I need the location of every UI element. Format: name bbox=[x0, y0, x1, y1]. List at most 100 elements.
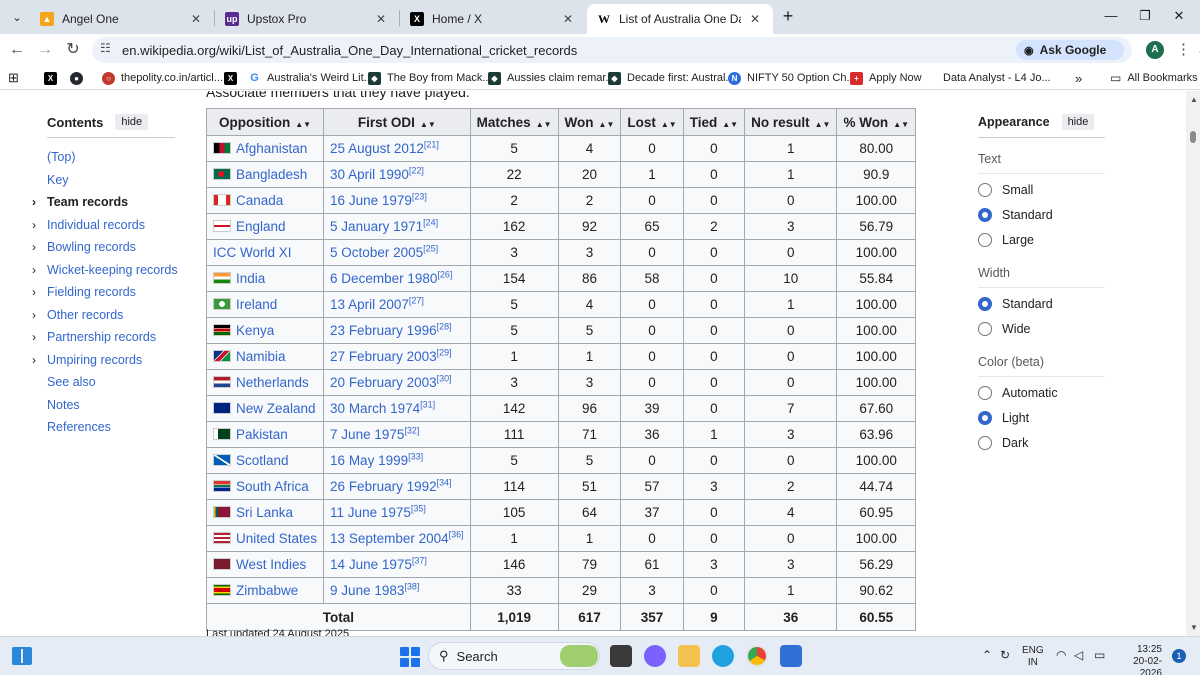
cell-opposition[interactable]: New Zealand bbox=[205, 395, 325, 422]
cell-first-odi[interactable]: 30 March 1974[31] bbox=[323, 395, 471, 422]
radio-width-wide[interactable]: Wide bbox=[978, 316, 1118, 341]
chevron-right-icon[interactable]: › bbox=[32, 308, 36, 322]
cell-opposition[interactable]: Canada bbox=[205, 187, 325, 214]
restore-icon[interactable]: ❐ bbox=[1132, 6, 1158, 26]
opposition-link[interactable]: Netherlands bbox=[236, 375, 309, 390]
cell-first-odi[interactable]: 5 January 1971[24] bbox=[323, 213, 471, 240]
first-odi-link[interactable]: 25 August 2012 bbox=[330, 141, 424, 156]
forward-arrow-icon[interactable]: → bbox=[34, 39, 56, 61]
first-odi-link[interactable]: 16 June 1979 bbox=[330, 193, 412, 208]
toc-item-top[interactable]: (Top) bbox=[30, 146, 190, 169]
cell-opposition[interactable]: Sri Lanka bbox=[205, 499, 325, 526]
url-text[interactable]: en.wikipedia.org/wiki/List_of_Australia_… bbox=[122, 43, 577, 58]
toc-item-other-records[interactable]: › Other records bbox=[30, 304, 190, 327]
first-odi-link[interactable]: 6 December 1980 bbox=[330, 271, 437, 286]
more-menu-icon[interactable]: ⋮ bbox=[1176, 40, 1191, 58]
toc-item-umpiring-records[interactable]: › Umpiring records bbox=[30, 349, 190, 372]
page-scrollbar[interactable]: ▲ ▼ bbox=[1186, 91, 1200, 636]
radio-width-standard[interactable]: Standard bbox=[978, 291, 1118, 316]
bookmark-x-2[interactable]: X bbox=[224, 70, 243, 86]
first-odi-link[interactable]: 14 June 1975 bbox=[330, 557, 412, 572]
bookmark-github[interactable]: ● bbox=[70, 70, 89, 86]
all-bookmarks[interactable]: ▭ All Bookmarks bbox=[1110, 70, 1198, 86]
opposition-link[interactable]: Kenya bbox=[236, 323, 274, 338]
reference-link[interactable]: [33] bbox=[408, 452, 423, 462]
first-odi-link[interactable]: 9 June 1983 bbox=[330, 583, 404, 598]
bookmark-google[interactable]: G Australia's Weird Lit... bbox=[248, 70, 373, 86]
onedrive-sync-icon[interactable]: ↻ bbox=[1000, 648, 1010, 662]
cell-first-odi[interactable]: 13 April 2007[27] bbox=[323, 291, 471, 318]
minimize-icon[interactable]: — bbox=[1098, 6, 1124, 26]
wifi-icon[interactable]: ◠ bbox=[1056, 648, 1066, 662]
chevron-right-icon[interactable]: › bbox=[32, 263, 36, 277]
first-odi-link[interactable]: 13 April 2007 bbox=[330, 297, 409, 312]
close-icon[interactable]: ✕ bbox=[747, 12, 763, 26]
opposition-link[interactable]: Zimbabwe bbox=[236, 583, 298, 598]
chevron-right-icon[interactable]: › bbox=[32, 218, 36, 232]
reference-link[interactable]: [31] bbox=[420, 400, 435, 410]
column-header-no-result[interactable]: No result ▲▼ bbox=[744, 108, 838, 136]
tab-angel-one[interactable]: ▲ Angel One ✕ bbox=[30, 4, 214, 34]
chevron-right-icon[interactable]: › bbox=[32, 285, 36, 299]
first-odi-link[interactable]: 23 February 1996 bbox=[330, 323, 437, 338]
reference-link[interactable]: [23] bbox=[412, 192, 427, 202]
close-icon[interactable]: ✕ bbox=[373, 12, 389, 26]
column-header-matches[interactable]: Matches ▲▼ bbox=[469, 108, 559, 136]
opposition-link[interactable]: Namibia bbox=[236, 349, 286, 364]
system-clock[interactable]: 13:25 20-02-2026 bbox=[1116, 644, 1162, 675]
radio-button[interactable] bbox=[978, 435, 992, 450]
cell-first-odi[interactable]: 26 February 1992[34] bbox=[323, 473, 471, 500]
notification-badge[interactable]: 1 bbox=[1172, 649, 1186, 663]
cell-first-odi[interactable]: 16 June 1979[23] bbox=[323, 187, 471, 214]
bookmarks-overflow-icon[interactable]: » bbox=[1075, 70, 1082, 86]
column-header-first-odi[interactable]: First ODI ▲▼ bbox=[323, 108, 471, 136]
radio-button[interactable] bbox=[978, 207, 992, 222]
column-header-won[interactable]: Won ▲▼ bbox=[557, 108, 622, 136]
tab-search-chevron-icon[interactable]: ⌄ bbox=[6, 6, 28, 28]
reference-link[interactable]: [34] bbox=[437, 478, 452, 488]
radio-button[interactable] bbox=[978, 182, 992, 197]
address-bar[interactable]: ☷ en.wikipedia.org/wiki/List_of_Australi… bbox=[92, 37, 1200, 63]
cell-opposition[interactable]: Scotland bbox=[205, 447, 325, 474]
cell-opposition[interactable]: Afghanistan bbox=[205, 135, 325, 162]
new-tab-button[interactable]: + bbox=[778, 6, 798, 26]
reference-link[interactable]: [29] bbox=[437, 348, 452, 358]
battery-icon[interactable]: ▭ bbox=[1094, 648, 1105, 662]
cell-opposition[interactable]: United States bbox=[205, 525, 325, 552]
tab-wikipedia[interactable]: W List of Australia One Day Intern ✕ bbox=[587, 4, 773, 34]
back-arrow-icon[interactable]: ← bbox=[6, 39, 28, 61]
radio-button[interactable] bbox=[978, 296, 992, 311]
bookmark-x[interactable]: X bbox=[44, 70, 63, 86]
bookmark-thepolity[interactable]: ○ thepolity.co.in/articl... bbox=[102, 70, 223, 86]
bookmark-aussies-claim[interactable]: ◆ Aussies claim remar... bbox=[488, 70, 615, 86]
opposition-link[interactable]: Bangladesh bbox=[236, 167, 307, 182]
first-odi-link[interactable]: 16 May 1999 bbox=[330, 453, 408, 468]
opposition-link[interactable]: Sri Lanka bbox=[236, 505, 293, 520]
first-odi-link[interactable]: 30 April 1990 bbox=[330, 167, 409, 182]
first-odi-link[interactable]: 13 September 2004 bbox=[330, 531, 449, 546]
first-odi-link[interactable]: 27 February 2003 bbox=[330, 349, 437, 364]
column-header-tied[interactable]: Tied ▲▼ bbox=[682, 108, 746, 136]
close-icon[interactable]: ✕ bbox=[560, 12, 576, 26]
cell-opposition[interactable]: West Indies bbox=[205, 551, 325, 578]
first-odi-link[interactable]: 5 January 1971 bbox=[330, 219, 423, 234]
ask-google-button[interactable]: ◉ Ask Google bbox=[1016, 40, 1124, 60]
opposition-link[interactable]: South Africa bbox=[236, 479, 309, 494]
bookmark-decade-first[interactable]: ◆ Decade first: Austral... bbox=[608, 70, 735, 86]
radio-color-beta-light[interactable]: Light bbox=[978, 405, 1118, 430]
radio-text-large[interactable]: Large bbox=[978, 227, 1118, 252]
cell-opposition[interactable]: Bangladesh bbox=[205, 161, 325, 188]
cell-first-odi[interactable]: 13 September 2004[36] bbox=[323, 525, 471, 552]
cell-first-odi[interactable]: 16 May 1999[33] bbox=[323, 447, 471, 474]
scroll-down-icon[interactable]: ▼ bbox=[1190, 623, 1198, 632]
chevron-right-icon[interactable]: › bbox=[32, 330, 36, 344]
cell-first-odi[interactable]: 9 June 1983[38] bbox=[323, 577, 471, 604]
cell-opposition[interactable]: Namibia bbox=[205, 343, 325, 370]
scroll-up-icon[interactable]: ▲ bbox=[1190, 95, 1198, 104]
cell-opposition[interactable]: India bbox=[205, 265, 325, 292]
cell-first-odi[interactable]: 11 June 1975[35] bbox=[323, 499, 471, 526]
cell-first-odi[interactable]: 6 December 1980[26] bbox=[323, 265, 471, 292]
cell-opposition[interactable]: Pakistan bbox=[205, 421, 325, 448]
store-icon[interactable] bbox=[780, 645, 802, 667]
cell-opposition[interactable]: Kenya bbox=[205, 317, 325, 344]
